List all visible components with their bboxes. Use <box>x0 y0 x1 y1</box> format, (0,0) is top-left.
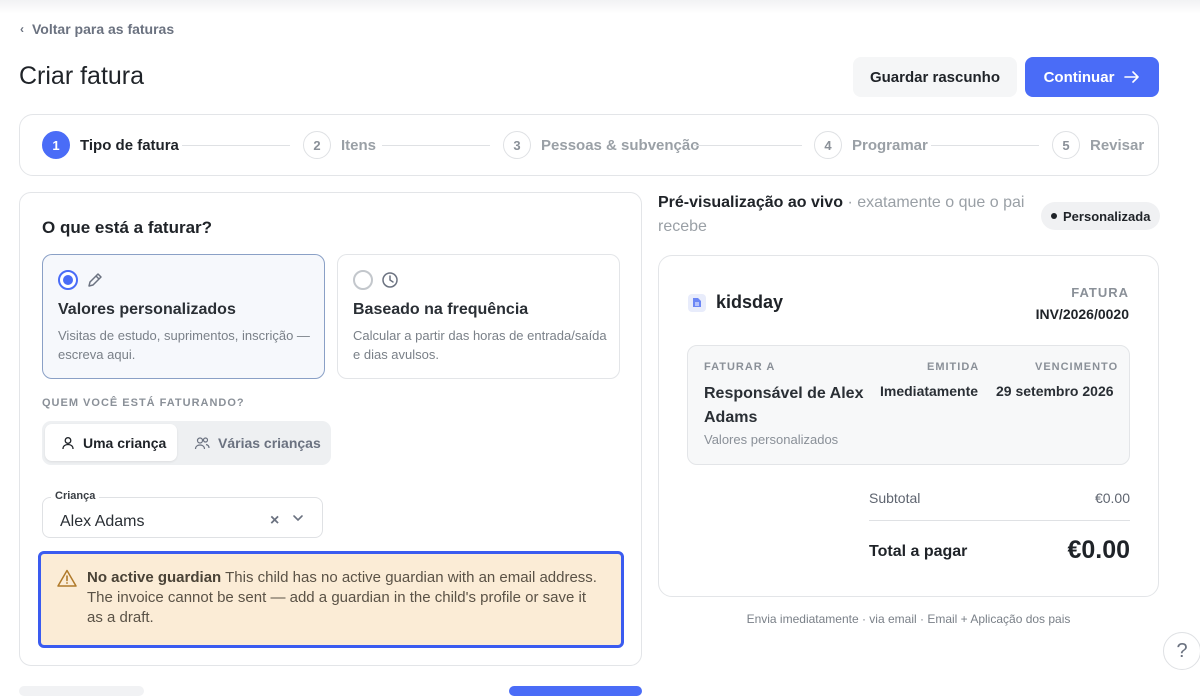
option-title: Baseado na frequência <box>353 301 529 318</box>
tab-label: Uma criança <box>83 434 167 451</box>
recipient-toggle: Uma criança Várias crianças <box>42 421 331 465</box>
child-select-label: Criança <box>51 490 100 502</box>
issued-value: Imediatamente <box>880 383 979 399</box>
step-number: 5 <box>1052 131 1080 159</box>
step-review[interactable]: 5 Revisar <box>1052 131 1144 159</box>
subtotal-label: Subtotal <box>869 490 921 506</box>
help-icon: ? <box>1176 639 1188 662</box>
option-description: Visitas de estudo, suprimentos, inscriçã… <box>58 328 310 362</box>
due-label: VENCIMENTO <box>1035 361 1119 373</box>
step-connector <box>182 145 290 146</box>
badge-label: Personalizada <box>1063 208 1151 224</box>
due-value: 29 setembro 2026 <box>996 383 1114 399</box>
help-button[interactable]: ? <box>1163 632 1200 670</box>
radio-unselected[interactable] <box>353 270 373 290</box>
type-badge: Personalizada <box>1041 202 1161 230</box>
document-icon <box>688 293 706 312</box>
pencil-icon <box>88 273 102 287</box>
save-draft-button[interactable]: Guardar rascunho <box>853 57 1017 97</box>
clock-history-icon <box>382 272 398 288</box>
preview-heading: Pré-visualização ao vivo · exatamente o … <box>658 191 1028 239</box>
no-guardian-warning: No active guardian This child has no act… <box>38 551 624 648</box>
preview-title: Pré-visualização ao vivo <box>658 194 843 211</box>
step-people[interactable]: 3 Pessoas & subvenção <box>503 131 699 159</box>
brand-logo: kidsday <box>688 292 783 313</box>
step-number: 3 <box>503 131 531 159</box>
step-connector <box>694 145 802 146</box>
child-select-value: Alex Adams <box>60 513 145 530</box>
section-question: O que está a faturar? <box>42 218 213 237</box>
invoice-header: FATURA INV/2026/0020 <box>1036 285 1129 322</box>
back-link[interactable]: ‹ Voltar para as faturas <box>20 21 174 37</box>
tab-label: Várias crianças <box>218 434 321 451</box>
invoice-number: INV/2026/0020 <box>1035 306 1129 322</box>
single-child-tab[interactable]: Uma criança <box>45 424 177 461</box>
radio-selected[interactable] <box>58 270 78 290</box>
step-label: Itens <box>341 136 377 154</box>
step-invoice-type[interactable]: 1 Tipo de fatura <box>42 131 179 159</box>
multiple-children-tab[interactable]: Várias crianças <box>180 424 328 461</box>
step-number: 1 <box>42 131 70 159</box>
warning-title: No active guardian <box>87 569 222 586</box>
invoice-label: FATURA <box>1071 285 1129 300</box>
step-number: 2 <box>303 131 331 159</box>
back-link-label: Voltar para as faturas <box>32 21 175 37</box>
invoice-preview-card: kidsday FATURA INV/2026/0020 FATURAR A R… <box>658 255 1159 597</box>
warning-icon <box>57 569 77 587</box>
option-title: Valores personalizados <box>58 301 236 318</box>
step-label: Programar <box>852 136 928 154</box>
issued-label: EMITIDA <box>927 361 980 373</box>
send-note: Envia imediatamente · via email · Email … <box>746 612 1071 626</box>
user-icon <box>62 436 74 449</box>
step-connector <box>382 145 490 146</box>
step-connector <box>931 145 1039 146</box>
divider <box>869 520 1130 521</box>
bill-to-sub: Valores personalizados <box>704 432 839 447</box>
option-attendance-based[interactable]: Baseado na frequência Calcular a partir … <box>337 254 620 379</box>
brand-name: kidsday <box>716 292 784 312</box>
back-step-button[interactable] <box>19 686 144 696</box>
child-select[interactable]: Alex Adams × <box>42 497 323 538</box>
top-bar-shadow <box>0 0 1200 14</box>
bill-to-name: Responsável de Alex Adams <box>704 385 864 426</box>
step-number: 4 <box>814 131 842 159</box>
step-label: Tipo de fatura <box>80 136 179 154</box>
step-label: Revisar <box>1090 136 1145 154</box>
total-value: €0.00 <box>1067 536 1130 564</box>
continue-button[interactable]: Continuar <box>1025 57 1159 97</box>
chevron-left-icon: ‹ <box>20 22 24 36</box>
chevron-down-icon[interactable] <box>292 512 304 524</box>
subtotal-value: €0.00 <box>1094 490 1130 506</box>
total-label: Total a pagar <box>869 543 968 560</box>
who-label: QUEM VOCÊ ESTÁ FATURANDO? <box>42 397 245 409</box>
option-description: Calcular a partir das horas de entrada/s… <box>353 328 607 362</box>
page-title: Criar fatura <box>19 62 145 90</box>
clear-icon[interactable]: × <box>270 512 279 530</box>
step-items[interactable]: 2 Itens <box>303 131 376 159</box>
bill-to-label: FATURAR A <box>704 361 776 373</box>
option-custom-values[interactable]: Valores personalizados Visitas de estudo… <box>42 254 325 379</box>
step-schedule[interactable]: 4 Programar <box>814 131 928 159</box>
users-icon <box>194 436 210 449</box>
arrow-right-icon <box>1124 71 1140 83</box>
invoice-type-panel: O que está a faturar? Valores personaliz… <box>19 192 642 666</box>
badge-dot <box>1051 213 1057 219</box>
billing-details: FATURAR A Responsável de Alex Adams Valo… <box>687 345 1130 465</box>
continue-label: Continuar <box>1043 68 1115 86</box>
next-step-button[interactable] <box>509 686 642 696</box>
stepper: 1 Tipo de fatura 2 Itens 3 Pessoas & sub… <box>19 114 1159 176</box>
step-label: Pessoas & subvenção <box>541 136 700 154</box>
